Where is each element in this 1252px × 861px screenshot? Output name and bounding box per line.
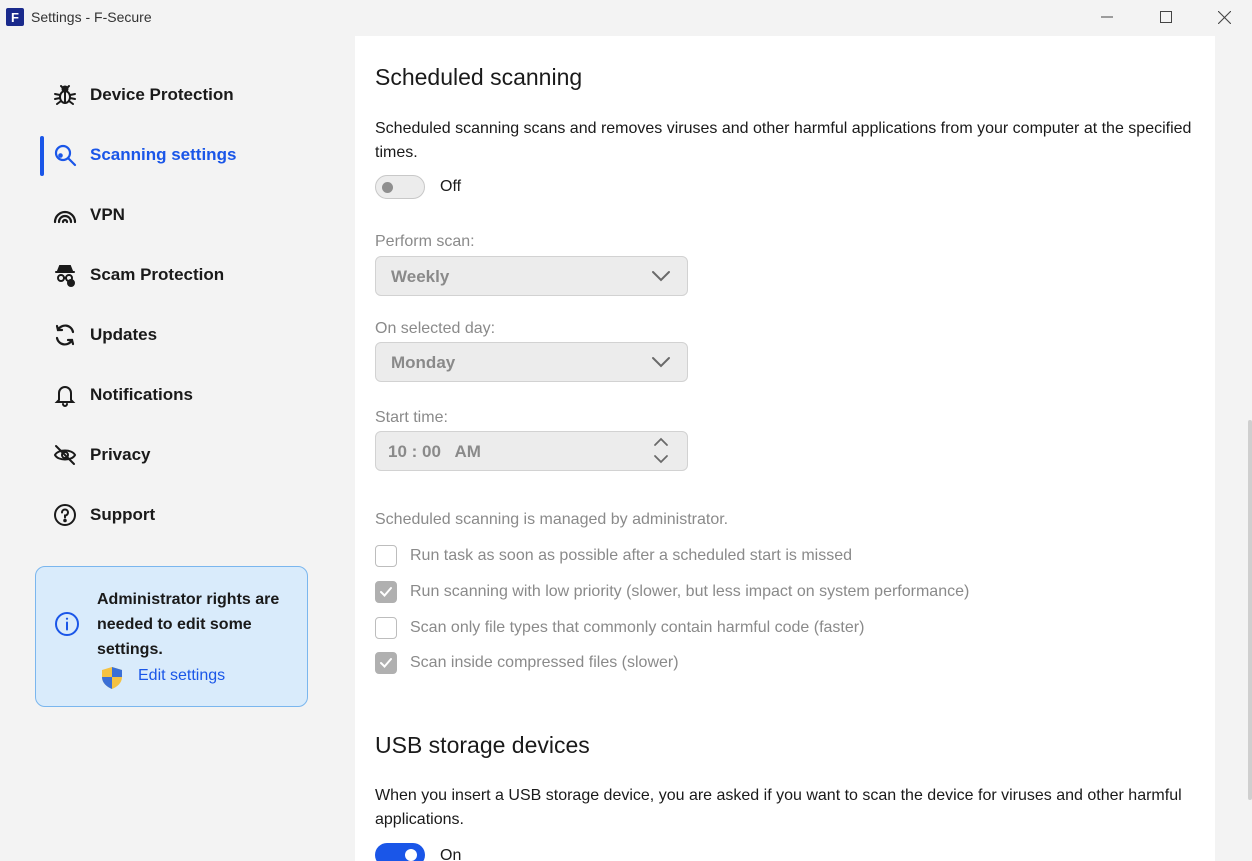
- sidebar-item-vpn[interactable]: VPN: [40, 195, 340, 235]
- option-label: Scan inside compressed files (slower): [410, 654, 679, 671]
- perform-scan-select[interactable]: Weekly: [375, 256, 688, 296]
- sidebar-item-label: Notifications: [90, 385, 193, 404]
- usb-storage-description: When you insert a USB storage device, yo…: [375, 787, 1182, 828]
- sidebar-item-label: Privacy: [90, 445, 151, 464]
- scheduled-scanning-description: Scheduled scanning scans and removes vir…: [375, 120, 1192, 161]
- toggle-knob: [405, 849, 417, 861]
- minimize-button[interactable]: [1078, 0, 1136, 34]
- selected-day-value: Monday: [391, 353, 456, 372]
- sidebar-item-label: Device Protection: [90, 85, 234, 104]
- perform-scan-label: Perform scan:: [375, 233, 475, 250]
- uac-shield-icon: [102, 667, 122, 689]
- scan-gear-icon: [52, 142, 78, 168]
- bug-icon: [52, 82, 78, 108]
- checkmark-icon: [380, 658, 392, 668]
- maximize-icon: [1160, 11, 1172, 23]
- sidebar-item-label: Scam Protection: [90, 265, 225, 284]
- scrollbar[interactable]: [1248, 420, 1252, 800]
- chevron-down-icon: [652, 271, 670, 282]
- vpn-icon: [52, 202, 78, 228]
- admin-notice-message: Administrator rights are needed to edit …: [97, 591, 280, 658]
- usb-scan-toggle-label: On: [440, 847, 462, 861]
- sidebar-item-label: VPN: [90, 205, 125, 224]
- chevron-down-icon: [652, 357, 670, 368]
- toggle-knob: [382, 182, 393, 193]
- sidebar-item-label: Updates: [90, 325, 158, 344]
- sidebar-item-updates[interactable]: Updates: [40, 315, 340, 355]
- option-low-priority[interactable]: Run scanning with low priority (slower, …: [375, 580, 969, 604]
- sidebar-item-scam-protection[interactable]: Scam Protection: [40, 255, 340, 295]
- sidebar-item-scanning-settings[interactable]: Scanning settings: [40, 135, 340, 175]
- option-label: Run task as soon as possible after a sch…: [410, 547, 852, 564]
- managed-by-admin-note: Scheduled scanning is managed by adminis…: [375, 511, 729, 528]
- option-run-missed[interactable]: Run task as soon as possible after a sch…: [375, 544, 852, 568]
- selected-day-label: On selected day:: [375, 320, 496, 337]
- bell-icon: [52, 382, 78, 408]
- sidebar-item-label: Scanning settings: [90, 145, 237, 164]
- usb-scan-toggle[interactable]: [375, 843, 425, 861]
- scam-protection-icon: [52, 262, 78, 288]
- eye-off-icon: [52, 442, 78, 468]
- option-compressed-files[interactable]: Scan inside compressed files (slower): [375, 651, 679, 675]
- sidebar-item-device-protection[interactable]: Device Protection: [40, 75, 340, 115]
- maximize-button[interactable]: [1137, 0, 1195, 34]
- close-button[interactable]: [1195, 0, 1252, 34]
- scheduled-scanning-title: Scheduled scanning: [375, 64, 583, 90]
- option-label: Scan only file types that commonly conta…: [410, 619, 865, 636]
- minimize-icon: [1101, 16, 1113, 18]
- scheduled-scanning-toggle-label: Off: [440, 178, 462, 195]
- checkmark-icon: [380, 587, 392, 597]
- settings-panel: Scheduled scanning Scheduled scanning sc…: [355, 36, 1215, 861]
- admin-notice-card: Administrator rights are needed to edit …: [35, 566, 308, 707]
- start-time-label: Start time:: [375, 409, 448, 426]
- question-icon: [52, 502, 78, 528]
- option-common-file-types[interactable]: Scan only file types that commonly conta…: [375, 616, 864, 640]
- start-time-picker[interactable]: 10 : 00 AM: [375, 431, 688, 471]
- checkbox-checked[interactable]: [375, 581, 397, 603]
- usb-storage-title: USB storage devices: [375, 732, 590, 758]
- sidebar-item-privacy[interactable]: Privacy: [40, 435, 340, 475]
- sidebar-item-notifications[interactable]: Notifications: [40, 375, 340, 415]
- refresh-icon: [52, 322, 78, 348]
- perform-scan-value: Weekly: [391, 267, 450, 286]
- title-bar: F Settings - F-Secure: [0, 0, 1252, 36]
- checkbox[interactable]: [375, 545, 397, 567]
- sidebar-item-support[interactable]: Support: [40, 495, 340, 535]
- scheduled-scanning-toggle[interactable]: [375, 175, 425, 199]
- f-secure-logo-icon: F: [6, 8, 24, 26]
- window-title: Settings - F-Secure: [31, 9, 152, 25]
- chevron-up-icon[interactable]: [653, 437, 669, 447]
- chevron-down-icon[interactable]: [653, 454, 669, 464]
- close-icon: [1217, 10, 1231, 24]
- checkbox-checked[interactable]: [375, 652, 397, 674]
- start-time-value: 10 : 00 AM: [388, 442, 481, 461]
- option-label: Run scanning with low priority (slower, …: [410, 583, 970, 600]
- edit-settings-link[interactable]: Edit settings: [138, 667, 225, 685]
- checkbox[interactable]: [375, 617, 397, 639]
- selected-day-select[interactable]: Monday: [375, 342, 688, 382]
- sidebar-item-label: Support: [90, 505, 156, 524]
- info-icon: [55, 612, 79, 636]
